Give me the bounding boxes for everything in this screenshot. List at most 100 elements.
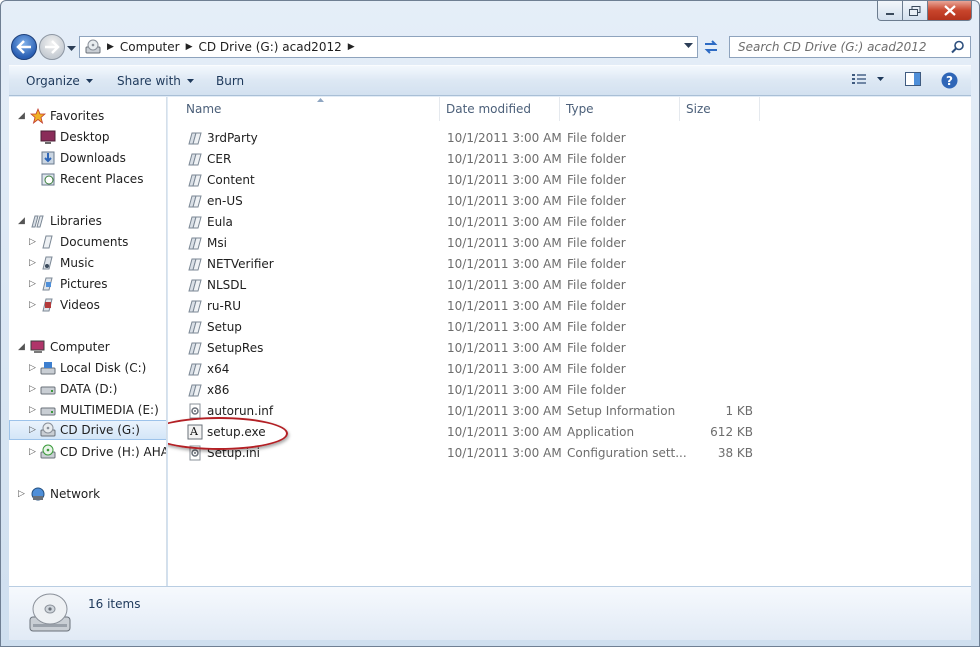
- nav-libraries[interactable]: ◢ Libraries: [9, 211, 166, 231]
- file-row[interactable]: NETVerifier 10/1/2011 3:00 AM File folder: [168, 254, 968, 275]
- nav-item-label: CD Drive (H:) AHA D: [60, 445, 167, 459]
- file-row[interactable]: autorun.inf 10/1/2011 3:00 AM Setup Inform…: [168, 401, 968, 422]
- file-type: File folder: [567, 215, 626, 229]
- expanded-arrow-icon[interactable]: ◢: [18, 216, 25, 226]
- file-row[interactable]: Setup 10/1/2011 3:00 AM File folder: [168, 317, 968, 338]
- collapsed-arrow-icon[interactable]: ▷: [29, 300, 36, 310]
- file-row[interactable]: NLSDL 10/1/2011 3:00 AM File folder: [168, 275, 968, 296]
- folder-icon: [187, 235, 203, 251]
- file-date-modified: 10/1/2011 3:00 AM: [447, 383, 562, 397]
- file-row[interactable]: en-US 10/1/2011 3:00 AM File folder: [168, 191, 968, 212]
- nav-computer[interactable]: ◢ Computer: [9, 337, 166, 357]
- file-date-modified: 10/1/2011 3:00 AM: [447, 173, 562, 187]
- file-name: Content: [207, 173, 255, 187]
- expanded-arrow-icon[interactable]: ◢: [18, 111, 25, 121]
- file-row[interactable]: Content 10/1/2011 3:00 AM File folder: [168, 170, 968, 191]
- file-name: x86: [207, 383, 230, 397]
- folder-icon: [187, 340, 203, 356]
- file-row[interactable]: CER 10/1/2011 3:00 AM File folder: [168, 149, 968, 170]
- nav-network[interactable]: ▷ Network: [9, 484, 166, 504]
- folder-icon: [187, 151, 203, 167]
- maximize-button[interactable]: [903, 1, 928, 21]
- file-row[interactable]: x64 10/1/2011 3:00 AM File folder: [168, 359, 968, 380]
- breadcrumb-arrow-icon[interactable]: ▶: [107, 42, 114, 52]
- collapsed-arrow-icon[interactable]: ▷: [29, 363, 36, 373]
- column-header-size[interactable]: Size: [680, 97, 760, 121]
- nav-item-local-disk-c[interactable]: ▷ Local Disk (C:): [9, 358, 166, 378]
- column-header-date[interactable]: Date modified: [440, 97, 560, 121]
- nav-item-label: Music: [60, 256, 95, 270]
- file-type: Application: [567, 425, 635, 439]
- collapsed-arrow-icon[interactable]: ▷: [29, 425, 36, 435]
- collapsed-arrow-icon[interactable]: ▷: [29, 237, 36, 247]
- nav-favorites[interactable]: ◢ Favorites: [9, 106, 166, 126]
- collapsed-arrow-icon[interactable]: ▷: [18, 489, 25, 499]
- folder-icon: [187, 298, 203, 314]
- nav-item-cd-drive-g[interactable]: ▷ CD Drive (G:): [9, 420, 166, 440]
- share-with-button[interactable]: Share with: [117, 74, 194, 88]
- search-box[interactable]: [729, 36, 971, 58]
- file-name: autorun.inf: [207, 404, 274, 418]
- nav-item-desktop[interactable]: Desktop: [9, 127, 166, 147]
- nav-item-videos[interactable]: ▷ Videos: [9, 295, 166, 315]
- file-date-modified: 10/1/2011 3:00 AM: [447, 257, 562, 271]
- folder-icon: [187, 382, 203, 398]
- chevron-down-icon: [85, 79, 93, 83]
- collapsed-arrow-icon[interactable]: ▷: [29, 405, 36, 415]
- address-history-dropdown[interactable]: [684, 43, 693, 49]
- file-row[interactable]: x86 10/1/2011 3:00 AM File folder: [168, 380, 968, 401]
- file-row[interactable]: Asetup.exe 10/1/2011 3:00 AM Application 61…: [168, 422, 968, 443]
- back-button[interactable]: [11, 34, 37, 60]
- folder-icon: [187, 130, 203, 146]
- address-bar[interactable]: ▶ Computer ▶ CD Drive (G:) acad2012 ▶: [79, 36, 698, 58]
- nav-item-pictures[interactable]: ▷ Pictures: [9, 274, 166, 294]
- cd-drive-icon: [85, 39, 101, 54]
- organize-button[interactable]: Organize: [26, 74, 93, 88]
- minimize-button[interactable]: [877, 1, 903, 21]
- nav-item-downloads[interactable]: Downloads: [9, 148, 166, 168]
- nav-item-multimedia-e[interactable]: ▷ MULTIMEDIA (E:): [9, 400, 166, 420]
- column-header-type[interactable]: Type: [560, 97, 680, 121]
- file-name: 3rdParty: [207, 131, 258, 145]
- burn-button[interactable]: Burn: [216, 74, 244, 88]
- expanded-arrow-icon[interactable]: ◢: [18, 342, 25, 352]
- nav-item-music[interactable]: ▷ Music: [9, 253, 166, 273]
- file-type: File folder: [567, 299, 626, 313]
- file-row[interactable]: Eula 10/1/2011 3:00 AM File folder: [168, 212, 968, 233]
- collapsed-arrow-icon[interactable]: ▷: [29, 447, 36, 457]
- collapsed-arrow-icon[interactable]: ▷: [29, 258, 36, 268]
- recent-pages-dropdown[interactable]: [67, 41, 76, 55]
- hard-drive-icon: [40, 407, 56, 416]
- file-row[interactable]: 3rdParty 10/1/2011 3:00 AM File folder: [168, 128, 968, 149]
- breadcrumb-arrow-icon[interactable]: ▶: [348, 42, 355, 52]
- search-input[interactable]: [730, 37, 945, 57]
- breadcrumb-computer[interactable]: Computer: [120, 40, 180, 54]
- file-row[interactable]: SetupRes 10/1/2011 3:00 AM File folder: [168, 338, 968, 359]
- breadcrumb-current-folder[interactable]: CD Drive (G:) acad2012: [199, 40, 342, 54]
- help-button[interactable]: ?: [941, 72, 958, 89]
- file-row[interactable]: Setup.ini 10/1/2011 3:00 AM Configuration …: [168, 443, 968, 464]
- file-date-modified: 10/1/2011 3:00 AM: [447, 446, 562, 460]
- collapsed-arrow-icon[interactable]: ▷: [29, 384, 36, 394]
- change-view-button[interactable]: [851, 72, 884, 86]
- collapsed-arrow-icon[interactable]: ▷: [29, 279, 36, 289]
- nav-item-recent-places[interactable]: Recent Places: [9, 169, 166, 189]
- column-header-name[interactable]: Name: [180, 97, 440, 121]
- breadcrumb-arrow-icon[interactable]: ▶: [186, 42, 193, 52]
- file-row[interactable]: Msi 10/1/2011 3:00 AM File folder: [168, 233, 968, 254]
- forward-button[interactable]: [39, 34, 65, 60]
- close-button[interactable]: [928, 1, 972, 21]
- nav-item-label: Documents: [60, 235, 129, 249]
- search-icon[interactable]: [951, 40, 965, 54]
- refresh-button[interactable]: [699, 36, 723, 58]
- preview-pane-button[interactable]: [905, 72, 921, 86]
- nav-item-documents[interactable]: ▷ Documents: [9, 232, 166, 252]
- nav-libraries-label: Libraries: [50, 214, 102, 228]
- nav-item-cd-drive-h[interactable]: ▷ CD Drive (H:) AHA D: [9, 442, 167, 462]
- file-row[interactable]: ru-RU 10/1/2011 3:00 AM File folder: [168, 296, 968, 317]
- column-header-label: Size: [686, 102, 711, 116]
- nav-item-label: CD Drive (G:): [60, 423, 140, 437]
- file-type: File folder: [567, 257, 626, 271]
- documents-icon: [42, 235, 53, 249]
- nav-item-data-d[interactable]: ▷ DATA (D:): [9, 379, 166, 399]
